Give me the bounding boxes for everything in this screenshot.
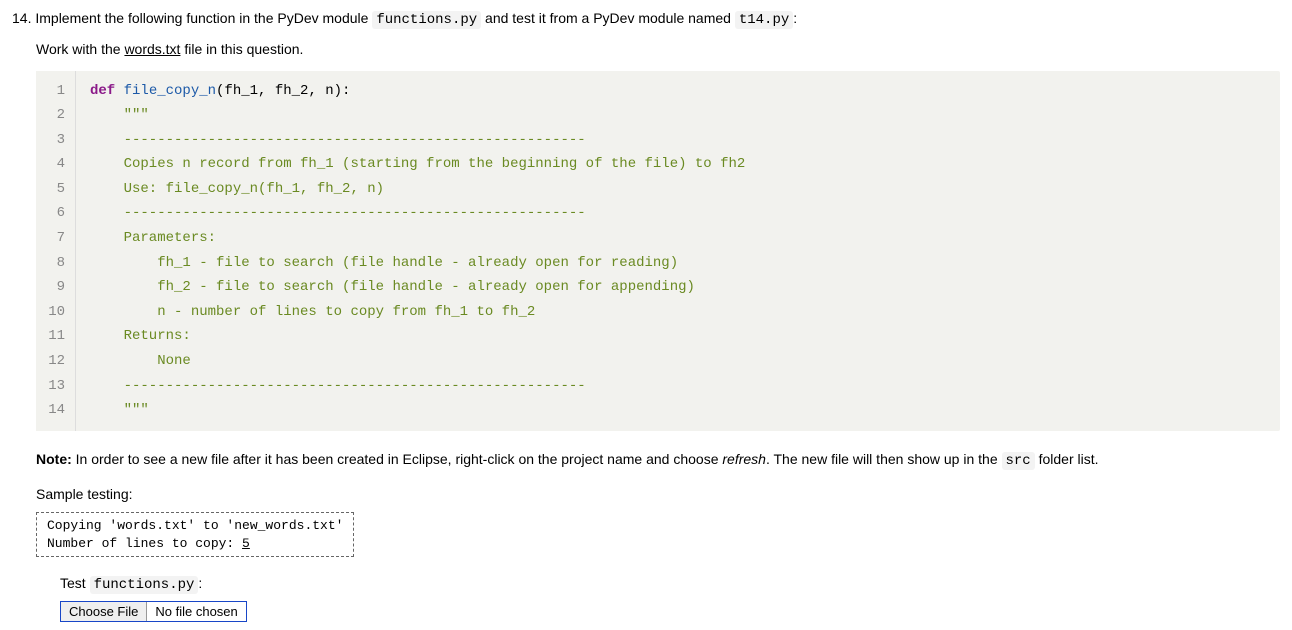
line-number: 9 (36, 276, 75, 301)
sample-line-1: Copying 'words.txt' to 'new_words.txt' (47, 517, 343, 535)
work-with-line: Work with the words.txt file in this que… (36, 41, 1280, 57)
line-number: 12 (36, 350, 75, 375)
note-after-italic: . The new file will then show up in the (766, 451, 1002, 467)
line-number: 1 (36, 79, 75, 104)
src-code: src (1002, 452, 1035, 470)
line-number: 10 (36, 300, 75, 325)
code-line: ----------------------------------------… (90, 374, 1266, 399)
code-line: def file_copy_n(fh_1, fh_2, n): (90, 79, 1266, 104)
code-line: """ (90, 399, 1266, 424)
code-block: 1234567891011121314 def file_copy_n(fh_1… (36, 71, 1280, 431)
question-text-before: Implement the following function in the … (31, 10, 372, 26)
sample-testing-label: Sample testing: (36, 486, 1280, 502)
sample-line-2-prefix: Number of lines to copy: (47, 536, 242, 551)
line-number: 4 (36, 153, 75, 178)
code-line: Parameters: (90, 227, 1266, 252)
code-line: Use: file_copy_n(fh_1, fh_2, n) (90, 177, 1266, 202)
code-line: """ (90, 104, 1266, 129)
test-before: Test (60, 575, 90, 591)
test-functions-label: Test functions.py: (60, 575, 1280, 593)
line-number: 2 (36, 104, 75, 129)
line-number: 7 (36, 227, 75, 252)
code-line: fh_1 - file to search (file handle - alr… (90, 251, 1266, 276)
line-number: 6 (36, 202, 75, 227)
code-line: fh_2 - file to search (file handle - alr… (90, 276, 1266, 301)
code-line: ----------------------------------------… (90, 128, 1266, 153)
module-code: functions.py (372, 11, 481, 29)
question-intro: 14. Implement the following function in … (12, 8, 1280, 31)
sample-line-2: Number of lines to copy: 5 (47, 535, 343, 553)
test-module-code: t14.py (735, 11, 793, 29)
line-number: 13 (36, 374, 75, 399)
line-number-gutter: 1234567891011121314 (36, 71, 76, 431)
line-number: 3 (36, 128, 75, 153)
code-line: Returns: (90, 325, 1266, 350)
file-chooser[interactable]: Choose File No file chosen (60, 601, 247, 622)
question-text-after: : (793, 10, 797, 26)
line-number: 5 (36, 177, 75, 202)
code-line: ----------------------------------------… (90, 202, 1266, 227)
code-line: Copies n record from fh_1 (starting from… (90, 153, 1266, 178)
choose-file-button[interactable]: Choose File (61, 602, 147, 621)
code-line: None (90, 350, 1266, 375)
sample-output-box: Copying 'words.txt' to 'new_words.txt' N… (36, 512, 354, 557)
note-paragraph: Note: In order to see a new file after i… (36, 449, 1280, 472)
sample-line-2-input: 5 (242, 536, 250, 551)
note-label: Note: (36, 451, 72, 467)
line-number: 8 (36, 251, 75, 276)
code-line: n - number of lines to copy from fh_1 to… (90, 300, 1266, 325)
question-number: 14. (12, 10, 31, 26)
words-txt-link[interactable]: words.txt (124, 41, 180, 57)
note-before-italic: In order to see a new file after it has … (72, 451, 723, 467)
note-italic: refresh (722, 451, 766, 467)
note-after-src: folder list. (1035, 451, 1099, 467)
question-text-middle: and test it from a PyDev module named (481, 10, 735, 26)
line-number: 14 (36, 399, 75, 424)
line-number: 11 (36, 325, 75, 350)
code-area: def file_copy_n(fh_1, fh_2, n): """ ----… (76, 71, 1280, 431)
file-chosen-status: No file chosen (147, 602, 245, 621)
work-with-before: Work with the (36, 41, 124, 57)
work-with-after: file in this question. (180, 41, 303, 57)
test-after: : (198, 575, 202, 591)
test-functions-code: functions.py (90, 576, 199, 594)
